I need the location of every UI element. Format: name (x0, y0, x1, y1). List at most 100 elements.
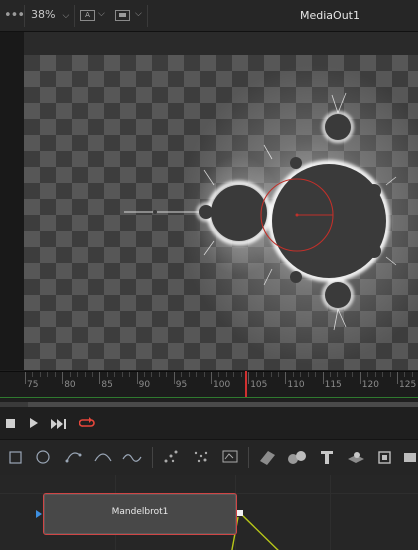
viewer-side-strip (0, 32, 24, 370)
node-label: Mandelbrot1 (111, 507, 169, 517)
ruler-minor-tick (151, 372, 153, 377)
polygon-mask-icon[interactable] (63, 447, 85, 467)
loop-icon[interactable] (78, 416, 95, 433)
ruler-minor-tick (106, 372, 108, 377)
ruler-minor-tick (218, 372, 220, 377)
mandelbrot-render (124, 65, 418, 365)
ruler-tick-label: 85 (101, 380, 113, 390)
ruler-tick-label: 110 (287, 380, 305, 390)
particles-icon[interactable] (161, 447, 183, 467)
ruler-minor-tick (77, 372, 79, 377)
ruler-minor-tick (367, 372, 369, 377)
ruler-tick-label: 100 (213, 380, 231, 390)
ruler-minor-tick (225, 372, 227, 377)
ruler-tick-label: 90 (138, 380, 151, 390)
rectangle-mask-icon[interactable] (4, 447, 26, 467)
ruler-minor-tick (84, 372, 86, 377)
ruler-tick-label: 80 (64, 380, 76, 390)
viewer-title: MediaOut1 (300, 9, 360, 22)
shape-3d-icon[interactable] (286, 447, 308, 467)
node-output-port[interactable] (237, 510, 243, 516)
ruler-tick (322, 372, 324, 384)
ruler-minor-tick (47, 372, 49, 377)
stop-icon[interactable] (6, 419, 15, 428)
divider (147, 5, 148, 27)
ruler-tick (248, 372, 250, 384)
divider (74, 5, 75, 27)
zoom-value: 38% (31, 8, 56, 21)
ruler-minor-tick (203, 372, 205, 377)
skip-to-end-icon[interactable] (51, 418, 67, 433)
ruler-minor-tick (196, 372, 198, 377)
tool-bar (0, 439, 418, 476)
ruler-minor-tick (144, 372, 146, 377)
ruler-tick (25, 372, 26, 384)
ruler-minor-tick (240, 372, 242, 377)
play-icon[interactable] (30, 418, 38, 428)
ruler-minor-tick (404, 372, 406, 377)
image-plane-3d-icon[interactable] (256, 447, 278, 467)
timeline-ruler[interactable]: 75 80 85 90 95 100 105 110 115 120 125 (0, 371, 418, 399)
ruler-minor-tick (270, 372, 272, 377)
ruler-tick (397, 372, 398, 384)
renderer-3d-icon[interactable] (374, 447, 396, 467)
chevron-down-icon[interactable]: ⌵ (98, 9, 105, 19)
channel-button[interactable]: A (80, 10, 95, 21)
divider (24, 5, 25, 27)
ruler-tick (62, 372, 64, 384)
ruler-minor-tick (69, 372, 71, 377)
ruler-tick (285, 372, 287, 384)
ruler-minor-tick (39, 372, 41, 377)
transport-controls (0, 410, 418, 438)
ruler-minor-tick (330, 372, 332, 377)
ruler-tick-label: 75 (27, 380, 39, 390)
bspline-mask-icon[interactable] (92, 447, 114, 467)
ruler-minor-tick (121, 372, 123, 377)
ruler-tick-label: 125 (399, 380, 417, 390)
ruler-tick (136, 372, 138, 384)
particle-emitter-icon[interactable] (190, 447, 212, 467)
ruler-minor-tick (91, 372, 93, 377)
camera-3d-icon[interactable] (402, 447, 418, 467)
viewer-header: ••• 38% ⌵ A ⌵ ⌵ MediaOut1 (0, 0, 418, 32)
text-3d-icon[interactable] (316, 447, 338, 467)
ruler-tick-label: 105 (250, 380, 268, 390)
viewer-options-icon[interactable]: ••• (4, 8, 25, 23)
ruler-minor-tick (344, 372, 346, 377)
ruler-minor-tick (307, 372, 309, 377)
chevron-down-icon[interactable]: ⌵ (135, 9, 142, 19)
ruler-tick (211, 372, 212, 384)
playhead[interactable] (245, 371, 247, 397)
ruler-minor-tick (352, 372, 354, 377)
zoom-dropdown[interactable]: 38% ⌵ (31, 8, 69, 21)
ruler-minor-tick (277, 372, 279, 377)
node-input-marker[interactable] (36, 510, 42, 518)
ruler-tick-label: 95 (175, 380, 188, 390)
ruler-tick (99, 372, 101, 384)
node-mandelbrot[interactable]: Mandelbrot1 (43, 493, 237, 535)
ruler-minor-tick (315, 372, 317, 377)
ruler-minor-tick (374, 372, 376, 377)
ruler-minor-tick (411, 372, 413, 377)
text-icon[interactable] (219, 447, 241, 467)
merge-3d-icon[interactable] (345, 447, 367, 467)
ruler-minor-tick (181, 372, 183, 377)
paint-icon[interactable] (121, 447, 143, 467)
time-range-bar[interactable] (0, 402, 418, 407)
ruler-tick-label: 120 (361, 380, 379, 390)
ruler-minor-tick (389, 372, 391, 377)
ruler-tick-label: 115 (324, 380, 342, 390)
ruler-minor-tick (129, 372, 131, 377)
viewer-lut-icon[interactable] (115, 10, 130, 21)
ellipse-mask-icon[interactable] (32, 447, 54, 467)
divider (248, 447, 249, 468)
ruler-minor-tick (158, 372, 160, 377)
render-range-line (0, 397, 418, 398)
chevron-down-icon: ⌵ (62, 11, 70, 21)
ruler-minor-tick (54, 372, 56, 377)
divider (152, 447, 153, 468)
ruler-minor-tick (188, 372, 190, 377)
ruler-tick (359, 372, 361, 384)
ruler-minor-tick (166, 372, 168, 377)
viewer-canvas[interactable] (24, 55, 418, 370)
